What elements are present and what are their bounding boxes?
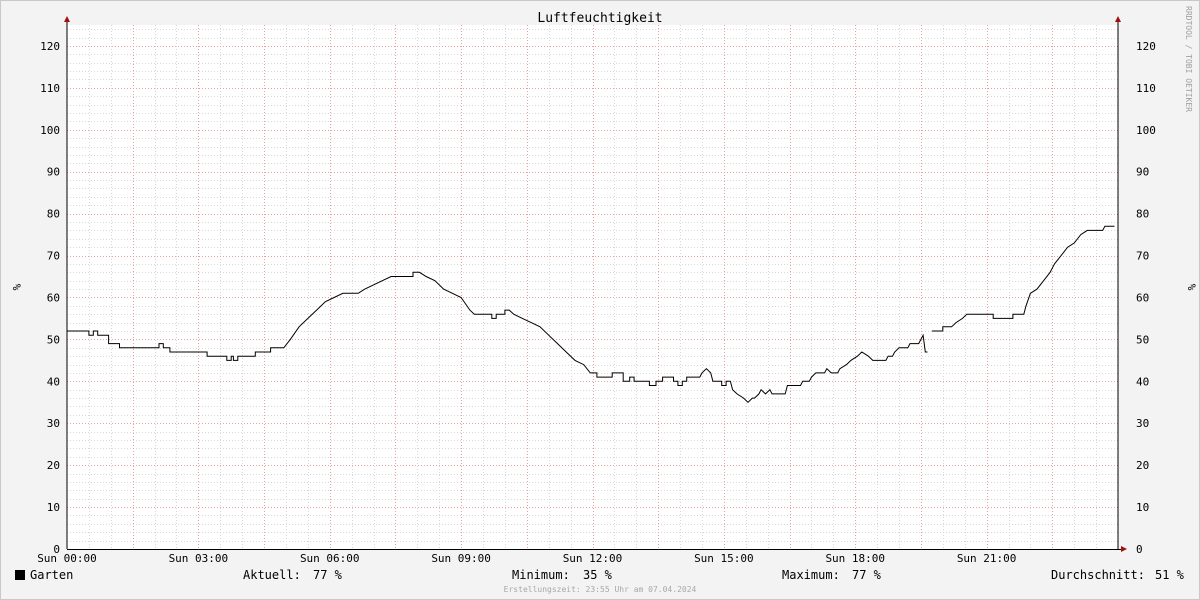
stat-avg-label: Durchschnitt: (1051, 568, 1145, 582)
y-tick-label-left: 20 (47, 459, 60, 472)
stat-min-value: 35 % (583, 568, 612, 582)
y-tick-label-right: 30 (1136, 417, 1149, 430)
creation-time-credit: Erstellungszeit: 23:55 Uhr am 07.04.2024 (503, 585, 697, 594)
y-tick-label-right: 70 (1136, 250, 1149, 263)
y-tick-label-right: 120 (1136, 40, 1156, 53)
y-tick-label-right: 80 (1136, 208, 1149, 221)
x-axis-arrow (1121, 546, 1127, 552)
y-tick-label-right: 100 (1136, 124, 1156, 137)
x-tick-label: Sun 09:00 (431, 552, 491, 565)
y-axis-label-left: % (10, 284, 23, 291)
stat-current-label: Aktuell: (243, 568, 301, 582)
line-chart: 0 010 1020 2030 3040 4050 5060 6070 7080 8090 9010… (0, 0, 1200, 600)
x-tick-label: Sun 21:00 (957, 552, 1017, 565)
stat-max-label: Maximum: (782, 568, 840, 582)
y-tick-label-left: 10 (47, 501, 60, 514)
x-tick-label: Sun 15:00 (694, 552, 754, 565)
y-tick-label-left: 60 (47, 291, 60, 304)
chart-title: Luftfeuchtigkeit (537, 11, 662, 26)
legend-swatch-garten (15, 570, 25, 580)
y-tick-label-left: 50 (47, 333, 60, 346)
vertical-credit: RRDTOOL / TOBI OETIKER (1184, 6, 1193, 112)
stat-avg-value: 51 % (1155, 568, 1184, 582)
chart-container: 0 0 10 10 20 20 30 30 40 40 50 50 60 60 70 70 80 80 90 90 10… (0, 0, 1200, 600)
y-axis-right-arrow (1115, 16, 1121, 22)
stat-current-value: 77 % (313, 568, 342, 582)
x-tick-label: Sun 00:00 (37, 552, 97, 565)
y-tick-label-right: 50 (1136, 333, 1149, 346)
y-tick-label-left: 80 (47, 208, 60, 221)
y-tick-label-left: 120 (40, 40, 60, 53)
y-tick-label-left: 40 (47, 375, 60, 388)
y-axis-left-arrow (64, 16, 70, 22)
y-tick-label-right: 60 (1136, 291, 1149, 304)
y-axis-label-right: % (1185, 284, 1198, 291)
plot-area (67, 25, 1118, 549)
legend: Garten Aktuell: 77 % Minimum: 35 % Maxim… (0, 568, 1200, 584)
x-tick-label: Sun 06:00 (300, 552, 360, 565)
x-tick-label: Sun 12:00 (563, 552, 623, 565)
y-tick-label-left: 100 (40, 124, 60, 137)
x-tick-label: Sun 03:00 (169, 552, 229, 565)
legend-label-garten: Garten (30, 568, 74, 582)
x-tick-label: Sun 18:00 (825, 552, 885, 565)
y-tick-label-right: 40 (1136, 375, 1149, 388)
y-tick-label-left: 30 (47, 417, 60, 430)
y-tick-label-right: 90 (1136, 166, 1149, 179)
y-tick-label-right: 110 (1136, 82, 1156, 95)
y-tick-label-right: 10 (1136, 501, 1149, 514)
y-tick-label-left: 90 (47, 166, 60, 179)
y-tick-label-right: 20 (1136, 459, 1149, 472)
y-tick-label-left: 70 (47, 250, 60, 263)
y-tick-label-left: 110 (40, 82, 60, 95)
y-tick-label-right: 0 (1136, 543, 1143, 556)
stat-max-value: 77 % (852, 568, 881, 582)
stat-min-label: Minimum: (512, 568, 570, 582)
